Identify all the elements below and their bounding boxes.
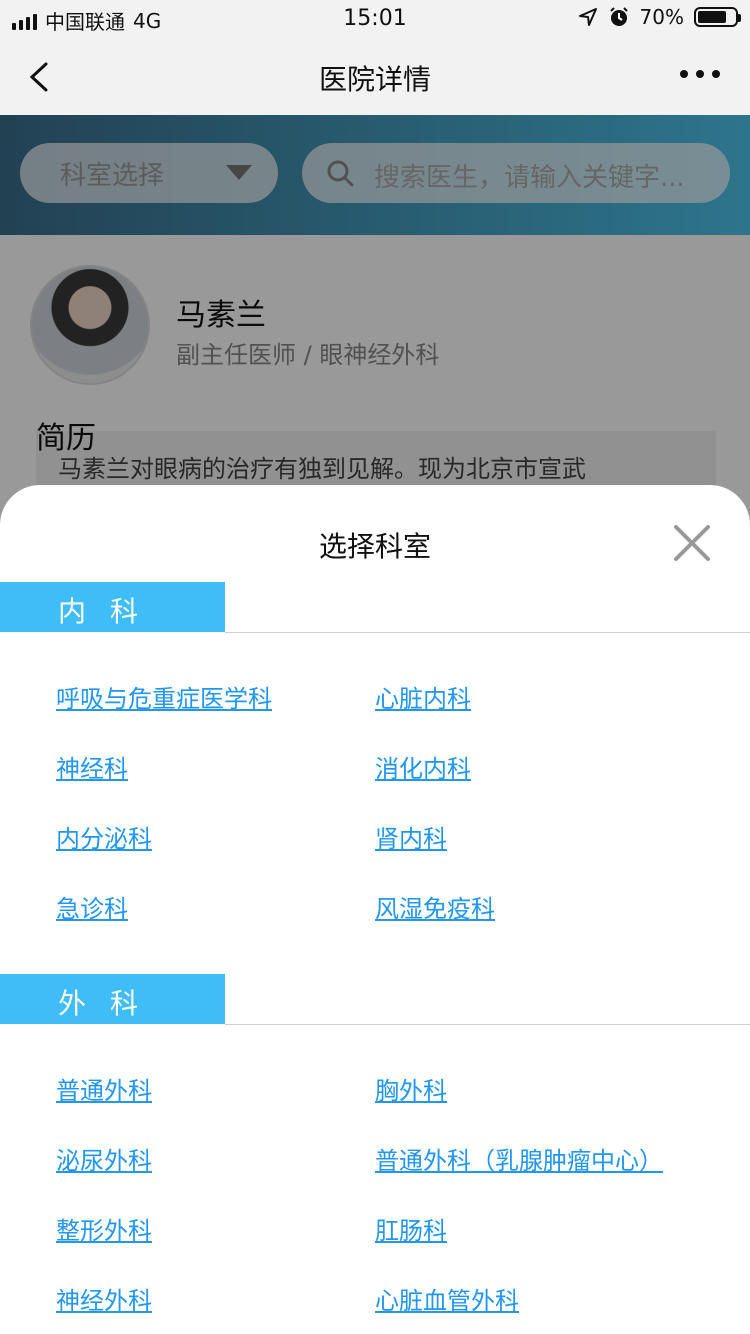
department-link[interactable]: 心脏血管外科: [375, 1281, 519, 1316]
nav-bar: 医院详情: [0, 40, 750, 115]
category-divider: [225, 1024, 750, 1025]
battery-percent: 70%: [639, 5, 684, 29]
department-link[interactable]: 整形外科: [56, 1211, 152, 1246]
category-label: 内科: [58, 595, 163, 628]
department-link[interactable]: 神经外科: [56, 1281, 152, 1316]
category-divider: [225, 632, 750, 633]
page-title: 医院详情: [318, 63, 431, 96]
status-right: 70%: [578, 5, 741, 29]
department-link[interactable]: 普通外科（乳腺肿瘤中心）: [375, 1141, 663, 1176]
status-bar: 中国联通 4G 15:01 70%: [0, 0, 750, 40]
sheet-title: 选择科室: [318, 530, 431, 563]
department-link[interactable]: 神经科: [56, 749, 128, 784]
close-icon[interactable]: [670, 521, 714, 565]
department-link[interactable]: 泌尿外科: [56, 1141, 152, 1176]
battery-icon: [694, 7, 741, 27]
department-link[interactable]: 胸外科: [375, 1071, 447, 1106]
category-header-internal: 内科: [0, 582, 225, 632]
more-options-icon[interactable]: [680, 70, 720, 78]
department-picker-sheet: 选择科室 内科 呼吸与危重症医学科 心脏内科 神经科 消化内科 内分泌科 肾内科…: [0, 485, 750, 1334]
location-icon: [578, 8, 597, 26]
department-link[interactable]: 风湿免疫科: [375, 889, 495, 924]
department-link[interactable]: 肛肠科: [375, 1211, 447, 1246]
department-link[interactable]: 呼吸与危重症医学科: [56, 679, 272, 714]
department-link[interactable]: 心脏内科: [375, 679, 471, 714]
department-link[interactable]: 内分泌科: [56, 819, 152, 854]
department-link[interactable]: 肾内科: [375, 819, 447, 854]
category-header-surgery: 外科: [0, 974, 225, 1024]
department-link[interactable]: 急诊科: [56, 889, 128, 924]
department-link[interactable]: 消化内科: [375, 749, 471, 784]
department-link[interactable]: 普通外科: [56, 1071, 152, 1106]
category-label: 外科: [58, 987, 163, 1020]
alarm-icon: [609, 7, 628, 26]
